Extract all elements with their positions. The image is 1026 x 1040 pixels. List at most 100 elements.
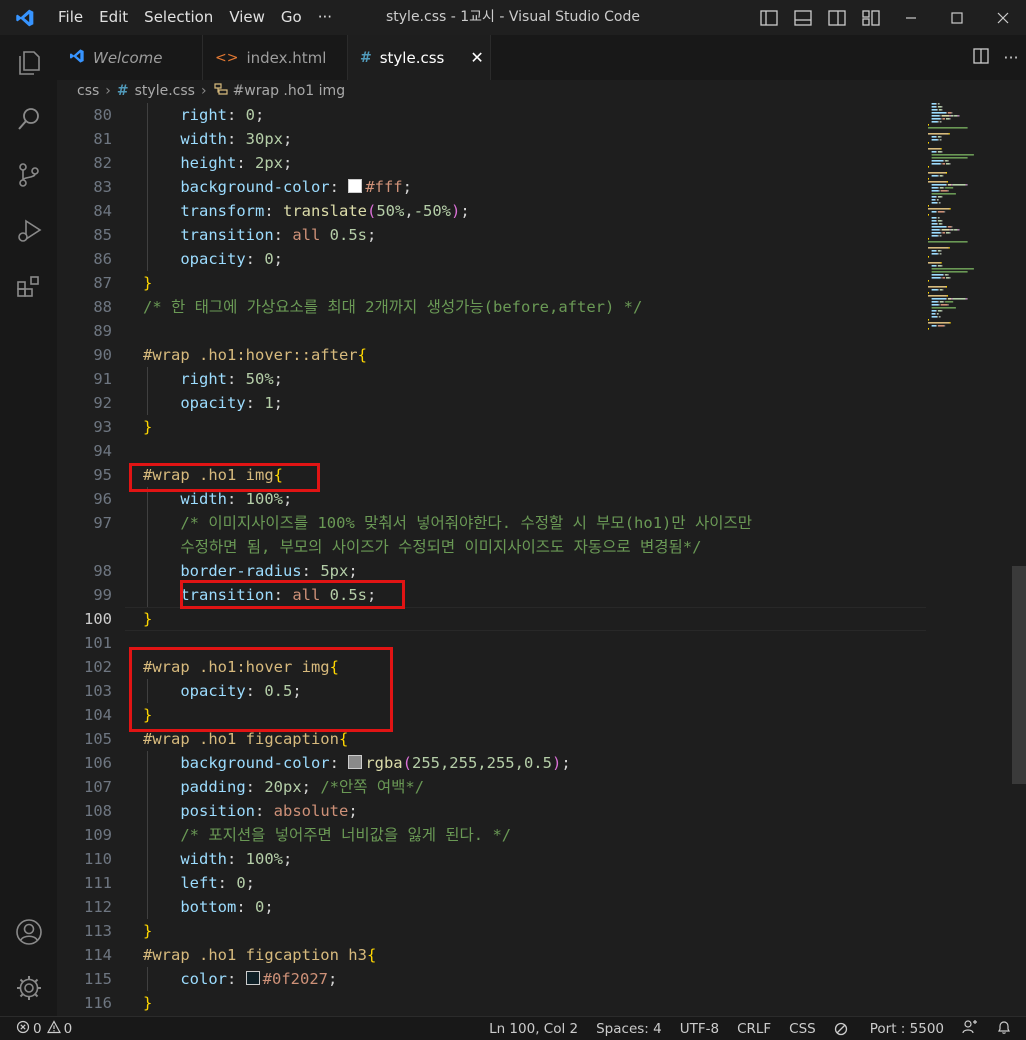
code-line[interactable]: 93} (57, 415, 926, 439)
code-line[interactable]: 91 right: 50%; (57, 367, 926, 391)
minimap-line (937, 265, 942, 267)
code-line[interactable]: 107 padding: 20px; /*안쪽 여백*/ (57, 775, 926, 799)
code-text: width: 100%; (143, 847, 292, 871)
minimize-icon[interactable] (888, 0, 934, 35)
code-line[interactable]: 112 bottom: 0; (57, 895, 926, 919)
maximize-icon[interactable] (934, 0, 980, 35)
close-window-icon[interactable] (980, 0, 1026, 35)
cursor-position[interactable]: Ln 100, Col 2 (489, 1021, 578, 1037)
code-token: : (236, 898, 255, 916)
code-line[interactable]: 81 width: 30px; (57, 127, 926, 151)
notifications-bell-icon[interactable] (996, 1019, 1012, 1039)
code-line[interactable]: 116} (57, 991, 926, 1015)
code-line[interactable]: 97 /* 이미지사이즈를 100% 맞춰서 넣어줘야한다. 수정할 시 부모(… (57, 511, 926, 535)
manage-gear-icon[interactable] (0, 960, 57, 1016)
color-swatch[interactable] (348, 179, 363, 193)
indentation[interactable]: Spaces: 4 (596, 1021, 662, 1037)
minimap-line (939, 301, 944, 303)
problems-indicator[interactable]: 0 0 (16, 1017, 72, 1040)
code-editor[interactable]: 80 right: 0; 81 width: 30px; 82 height: 2p… (57, 103, 926, 1016)
split-editor-icon[interactable] (966, 47, 996, 68)
run-debug-icon[interactable] (0, 203, 57, 259)
tab-welcome[interactable]: Welcome (57, 35, 203, 80)
minimap-line (928, 172, 946, 174)
code-line[interactable]: 85 transition: all 0.5s; (57, 223, 926, 247)
source-control-icon[interactable] (0, 147, 57, 203)
code-line[interactable]: 110 width: 100%; (57, 847, 926, 871)
menu-go[interactable]: Go (273, 0, 310, 35)
minimap-line (931, 226, 946, 228)
code-text: 수정하면 됨, 부모의 사이즈가 수정되면 이미지사이즈도 자동으로 변경됨*/ (143, 535, 701, 559)
minimap-line (931, 325, 937, 327)
toggle-secondary-sidebar-icon[interactable] (820, 0, 854, 35)
code-line[interactable]: 89 (57, 319, 926, 343)
menu-file[interactable]: File (50, 0, 91, 35)
color-swatch[interactable] (348, 755, 363, 769)
code-line[interactable]: 83 background-color: #fff; (57, 175, 926, 199)
code-line[interactable]: 114 #wrap .ho1 figcaption h3{ (57, 943, 926, 967)
code-line[interactable]: 100} (57, 607, 926, 631)
tab-style-css[interactable]: # style.css ✕ (348, 35, 491, 80)
breadcrumb-folder[interactable]: css (77, 83, 99, 99)
code-token: 0 (264, 250, 274, 268)
code-line[interactable]: 92 opacity: 1; (57, 391, 926, 415)
code-line[interactable]: 90 #wrap .ho1:hover::after{ (57, 343, 926, 367)
code-line[interactable]: 86 opacity: 0; (57, 247, 926, 271)
current-line-highlight (125, 607, 926, 631)
minimap-line (952, 298, 966, 300)
live-server-port[interactable]: Port : 5500 (834, 1021, 944, 1037)
accounts-icon[interactable] (0, 904, 57, 960)
code-line[interactable]: 109 /* 포지션을 넣어주면 너비값을 잃게 된다. */ (57, 823, 926, 847)
code-token: } (143, 922, 153, 940)
menu-edit[interactable]: Edit (91, 0, 136, 35)
explorer-icon[interactable] (0, 35, 57, 91)
encoding[interactable]: UTF-8 (680, 1021, 719, 1037)
code-line[interactable]: 88 /* 한 태그에 가상요소를 최대 2개까지 생성가능(before,aft… (57, 295, 926, 319)
minimap-line (951, 226, 953, 228)
close-tab-icon[interactable]: ✕ (470, 48, 483, 67)
customize-layout-icon[interactable] (854, 0, 888, 35)
minimap-line (940, 136, 942, 138)
extensions-icon[interactable] (0, 259, 57, 315)
code-line[interactable]: 80 right: 0; (57, 103, 926, 127)
menu-selection[interactable]: Selection (136, 0, 221, 35)
minimap[interactable] (926, 103, 1012, 1016)
search-icon[interactable] (0, 91, 57, 147)
color-swatch[interactable] (245, 971, 260, 985)
code-token: ; (561, 754, 571, 772)
line-number: 90 (93, 346, 112, 364)
minimap-line (941, 229, 950, 231)
code-line[interactable]: 수정하면 됨, 부모의 사이즈가 수정되면 이미지사이즈도 자동으로 변경됨*/ (57, 535, 926, 559)
menu-view[interactable]: View (221, 0, 273, 35)
code-token: ; (328, 970, 338, 988)
line-number: 88 (93, 298, 112, 316)
end-of-line[interactable]: CRLF (737, 1021, 771, 1037)
code-line[interactable]: 106 background-color: rgba(255,255,255,0… (57, 751, 926, 775)
breadcrumb: css › # style.css › #wrap .ho1 img (57, 80, 1026, 102)
tab-index-html[interactable]: <> index.html (203, 35, 348, 80)
minimap-line (965, 298, 967, 300)
scrollbar-thumb[interactable] (1012, 566, 1026, 784)
breadcrumb-file[interactable]: style.css (135, 83, 195, 99)
vertical-scrollbar[interactable] (1012, 103, 1026, 1016)
menu-more[interactable]: ··· (310, 0, 340, 35)
code-line[interactable]: 115 color: #0f2027; (57, 967, 926, 991)
code-line[interactable]: 113} (57, 919, 926, 943)
minimap-line (928, 286, 946, 288)
code-line[interactable]: 108 position: absolute; (57, 799, 926, 823)
code-line[interactable]: 84 transform: translate(50%,-50%); (57, 199, 926, 223)
code-line[interactable]: 94 (57, 439, 926, 463)
toggle-primary-sidebar-icon[interactable] (752, 0, 786, 35)
code-line[interactable]: 111 left: 0; (57, 871, 926, 895)
language-mode[interactable]: CSS (789, 1021, 816, 1037)
toggle-panel-icon[interactable] (786, 0, 820, 35)
feedback-icon[interactable] (962, 1019, 978, 1039)
breadcrumb-symbol[interactable]: #wrap .ho1 img (233, 83, 346, 99)
code-line[interactable]: 87} (57, 271, 926, 295)
code-line[interactable]: 82 height: 2px; (57, 151, 926, 175)
minimap-line (949, 232, 951, 234)
more-actions-icon[interactable]: ··· (996, 48, 1026, 67)
